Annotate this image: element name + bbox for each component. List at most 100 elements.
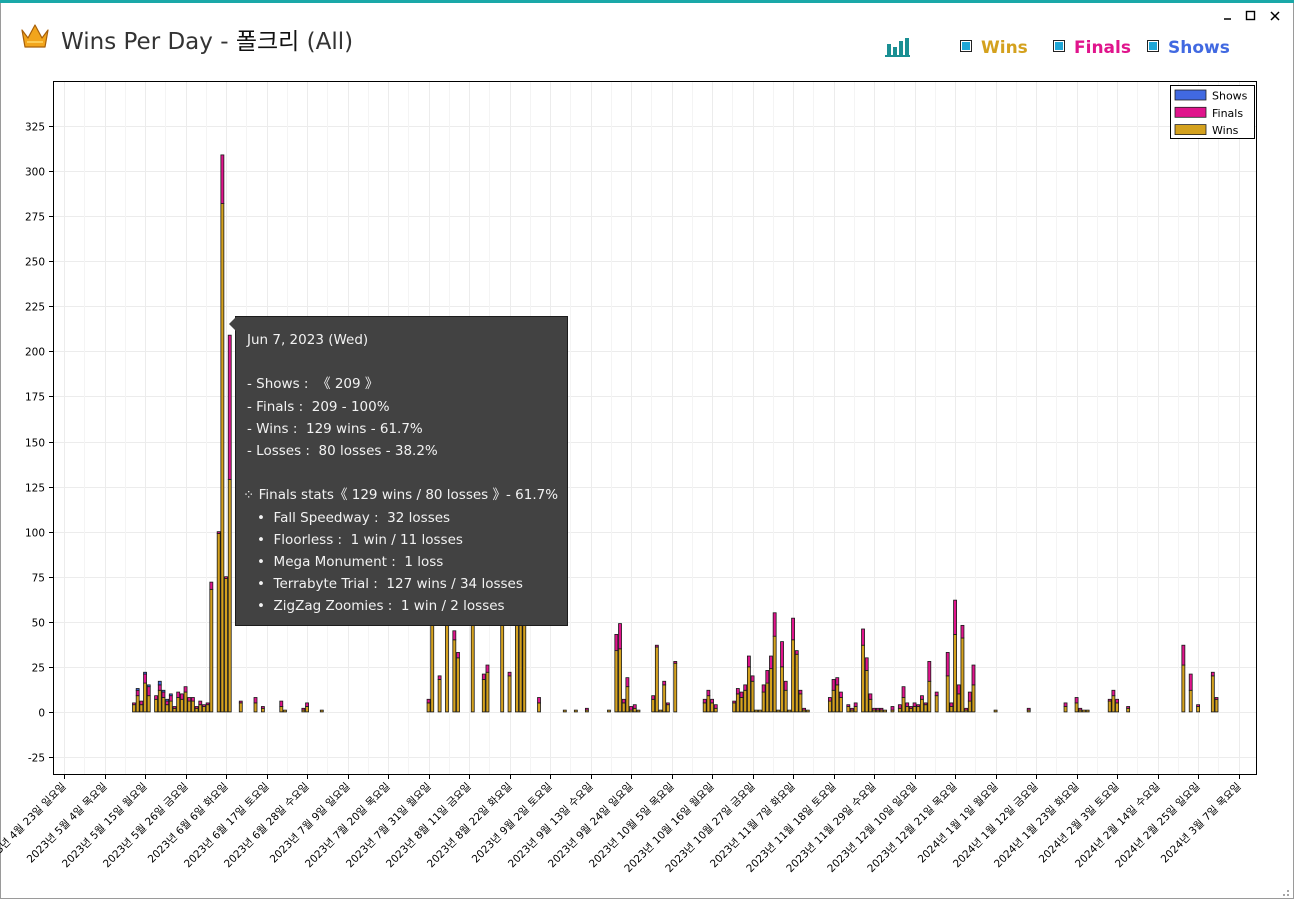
day-bar[interactable] bbox=[710, 698, 714, 713]
finals-bar[interactable] bbox=[132, 702, 136, 706]
day-bar[interactable] bbox=[618, 623, 622, 713]
wins-bar[interactable] bbox=[746, 666, 751, 713]
day-bar[interactable] bbox=[971, 664, 976, 713]
finals-bar[interactable] bbox=[791, 617, 795, 641]
wins-bar[interactable] bbox=[713, 707, 718, 713]
day-bar[interactable] bbox=[1111, 689, 1116, 713]
wins-bar[interactable] bbox=[198, 704, 203, 713]
wins-bar[interactable] bbox=[319, 709, 324, 713]
day-bar[interactable] bbox=[967, 691, 972, 713]
day-bar[interactable] bbox=[772, 612, 777, 713]
wins-bar[interactable] bbox=[507, 675, 512, 713]
finals-bar[interactable] bbox=[783, 680, 788, 691]
day-bar[interactable] bbox=[776, 709, 781, 713]
wins-bar[interactable] bbox=[621, 702, 626, 713]
finals-bar[interactable] bbox=[879, 707, 884, 711]
day-bar[interactable] bbox=[706, 689, 711, 713]
day-bar[interactable] bbox=[765, 670, 770, 713]
wins-bar[interactable] bbox=[157, 689, 162, 713]
finals-bar[interactable] bbox=[183, 686, 188, 693]
day-bar[interactable] bbox=[481, 673, 486, 713]
wins-bar[interactable] bbox=[794, 653, 799, 713]
finals-bar[interactable] bbox=[202, 704, 206, 707]
wins-bar[interactable] bbox=[739, 697, 744, 713]
wins-bar[interactable] bbox=[279, 706, 284, 713]
wins-bar[interactable] bbox=[1188, 689, 1193, 713]
finals-bar[interactable] bbox=[761, 684, 766, 693]
wins-bar[interactable] bbox=[765, 682, 770, 713]
wins-bar[interactable] bbox=[993, 709, 998, 713]
day-bar[interactable] bbox=[1026, 707, 1031, 713]
day-bar[interactable] bbox=[758, 709, 762, 713]
finals-bar[interactable] bbox=[654, 644, 659, 648]
finals-bar[interactable] bbox=[916, 704, 921, 707]
finals-bar[interactable] bbox=[960, 624, 965, 639]
finals-bar[interactable] bbox=[1181, 644, 1186, 666]
finals-bar[interactable] bbox=[901, 686, 906, 698]
wins-bar[interactable] bbox=[1115, 702, 1119, 713]
shows-bar[interactable] bbox=[135, 688, 140, 691]
finals-bar[interactable] bbox=[746, 655, 751, 668]
day-bar[interactable] bbox=[1196, 704, 1200, 713]
wins-bar[interactable] bbox=[651, 698, 656, 713]
finals-bar[interactable] bbox=[165, 700, 170, 706]
wins-bar[interactable] bbox=[920, 698, 924, 713]
wins-bar[interactable] bbox=[202, 706, 206, 713]
wins-bar[interactable] bbox=[780, 666, 784, 713]
day-bar[interactable] bbox=[1085, 709, 1090, 713]
finals-bar[interactable] bbox=[908, 706, 913, 709]
wins-bar[interactable] bbox=[183, 691, 188, 713]
day-bar[interactable] bbox=[305, 702, 309, 713]
day-bar[interactable] bbox=[945, 652, 950, 713]
day-bar[interactable] bbox=[850, 707, 854, 713]
finals-bar[interactable] bbox=[437, 675, 442, 680]
wins-bar[interactable] bbox=[143, 682, 147, 713]
day-bar[interactable] bbox=[1078, 707, 1083, 713]
day-bar[interactable] bbox=[665, 702, 670, 713]
day-bar[interactable] bbox=[632, 704, 637, 713]
day-bar[interactable] bbox=[798, 689, 803, 713]
day-bar[interactable] bbox=[301, 707, 306, 713]
day-bar[interactable] bbox=[780, 641, 784, 713]
finals-bar[interactable] bbox=[850, 707, 854, 711]
wins-bar[interactable] bbox=[735, 693, 740, 713]
finals-bar[interactable] bbox=[198, 700, 203, 706]
day-bar[interactable] bbox=[426, 698, 431, 713]
wins-bar[interactable] bbox=[743, 689, 748, 713]
wins-bar[interactable] bbox=[168, 700, 173, 713]
day-bar[interactable] bbox=[1214, 697, 1219, 713]
wins-bar[interactable] bbox=[537, 702, 541, 713]
finals-bar[interactable] bbox=[798, 689, 803, 695]
wins-bar[interactable] bbox=[956, 693, 961, 713]
wins-bar[interactable] bbox=[179, 698, 184, 713]
finals-bar[interactable] bbox=[187, 697, 192, 702]
day-bar[interactable] bbox=[584, 707, 589, 713]
day-bar[interactable] bbox=[827, 697, 832, 713]
day-bar[interactable] bbox=[960, 624, 965, 713]
wins-bar[interactable] bbox=[967, 700, 972, 713]
finals-bar[interactable] bbox=[1126, 706, 1131, 709]
day-bar[interactable] bbox=[168, 693, 173, 713]
day-bar[interactable] bbox=[614, 633, 619, 713]
finals-bar[interactable] bbox=[831, 679, 836, 691]
day-bar[interactable] bbox=[165, 698, 170, 713]
finals-bar[interactable] bbox=[194, 706, 199, 709]
day-bar[interactable] bbox=[802, 707, 807, 713]
day-bar[interactable] bbox=[794, 650, 799, 713]
wins-bar[interactable] bbox=[923, 704, 928, 713]
finals-bar[interactable] bbox=[875, 707, 880, 711]
day-bar[interactable] bbox=[916, 704, 921, 713]
finals-bar[interactable] bbox=[673, 661, 678, 664]
day-bar[interactable] bbox=[607, 709, 611, 713]
wins-bar[interactable] bbox=[238, 702, 243, 713]
wins-bar[interactable] bbox=[452, 639, 457, 713]
finals-bar[interactable] bbox=[945, 652, 950, 677]
finals-bar[interactable] bbox=[632, 704, 637, 709]
finals-bar[interactable] bbox=[651, 695, 656, 700]
finals-bar[interactable] bbox=[176, 691, 181, 698]
wins-bar[interactable] bbox=[839, 697, 843, 713]
finals-bar[interactable] bbox=[452, 630, 457, 641]
wins-bar[interactable] bbox=[754, 709, 759, 713]
finals-bar[interactable] bbox=[706, 689, 711, 697]
wins-bar[interactable] bbox=[426, 702, 431, 713]
